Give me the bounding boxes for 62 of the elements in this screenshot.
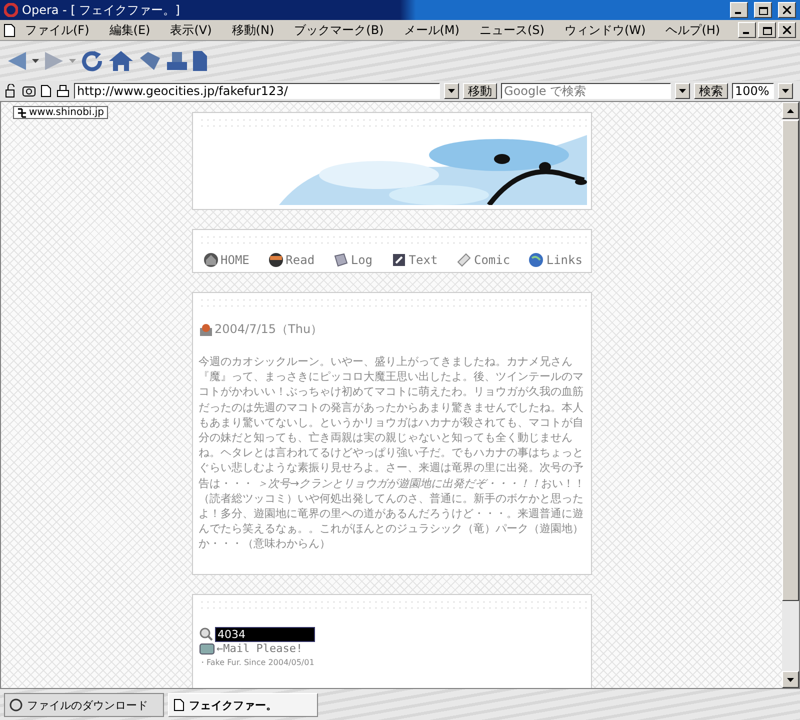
maximize-icon	[758, 6, 768, 14]
restore-icon	[762, 26, 772, 34]
menu-item[interactable]: 移動(N)	[222, 22, 284, 38]
nav-link[interactable]: Read	[268, 252, 315, 268]
search-field[interactable]: Google で検索	[501, 83, 671, 99]
nav-link[interactable]: Comic	[456, 252, 510, 268]
caret-icon	[448, 89, 455, 93]
menu-item[interactable]: ヘルプ(H)	[656, 22, 730, 38]
dropdown-button[interactable]	[444, 83, 459, 99]
nav-link[interactable]: Text	[390, 252, 438, 268]
search-button[interactable]: 検索	[694, 83, 728, 99]
up-arrow-icon	[787, 108, 794, 112]
window-title: Opera - [ フェイクファー。]	[22, 2, 181, 18]
text-icon	[390, 252, 407, 268]
menu-item[interactable]: ニュース(S)	[469, 22, 554, 38]
caret-icon[interactable]	[32, 59, 39, 63]
zoom-field[interactable]: 100%	[732, 83, 774, 99]
reload-icon[interactable]	[80, 49, 104, 73]
post-date: 2004/7/15（Thu）	[214, 321, 323, 338]
menu-item[interactable]: 表示(V)	[160, 22, 222, 38]
page-tab[interactable]: ファイルのダウンロード	[4, 693, 164, 717]
close-icon	[783, 6, 791, 14]
page-icon	[173, 698, 185, 712]
menu-item[interactable]: ブックマーク(B)	[284, 22, 394, 38]
visitor-counter: 4034	[214, 626, 314, 642]
page-tab[interactable]: フェイクファー。	[168, 693, 318, 717]
nav-link[interactable]: Links	[528, 252, 582, 268]
menu-item[interactable]: 編集(E)	[99, 22, 160, 38]
minimize-button[interactable]	[738, 22, 756, 38]
document-icon	[4, 24, 15, 36]
camera-icon[interactable]	[22, 84, 36, 98]
home-icon[interactable]	[108, 50, 134, 72]
since-text: ・Fake Fur. Since 2004/05/01	[198, 658, 316, 668]
magnifier-icon	[198, 627, 212, 642]
read-icon	[268, 252, 284, 268]
print-icon[interactable]	[56, 84, 70, 98]
nav-link[interactable]: HOME	[202, 252, 250, 268]
home-icon	[202, 252, 218, 268]
menu-item[interactable]: ファイル(F)	[15, 22, 100, 38]
address-field[interactable]: http://www.geocities.jp/fakefur123/	[74, 83, 440, 99]
mail-link[interactable]: ←Mail Please!	[216, 642, 303, 656]
nav-link[interactable]: Log	[332, 252, 373, 268]
caret-icon	[679, 89, 686, 93]
caret-icon	[782, 89, 789, 93]
scrollbar[interactable]	[782, 102, 799, 688]
maximize-button[interactable]	[754, 2, 772, 18]
menu-item[interactable]: メール(M)	[394, 22, 470, 38]
restore-button[interactable]	[758, 22, 776, 38]
minimize-button[interactable]	[730, 2, 748, 18]
site-badge[interactable]: www.shinobi.jp	[13, 106, 108, 119]
dropdown-button[interactable]	[675, 83, 690, 99]
close-button[interactable]	[778, 22, 796, 38]
page-icon[interactable]	[40, 84, 52, 98]
download-icon	[9, 698, 23, 712]
down-arrow-icon	[787, 678, 794, 682]
post-body: 今週のカオシックルーン。いやー、盛り上がってきましたね。カナメ兄さん『魔』って、まっさきにピッコロ大魔王思い出したよ。後、ツインテールのマコトがかわいい！ぶっちゃけ初めてマコトに萌えたわ。リョウガが久我の血筋だったのは先週のマコトの発言があったからあまり驚きませんでしたね。本人もあまり驚いてないし。というかリョウガはハカナが殺されても、マコトが自分の妹だと知っても、亡き両親は実の親じゃないと知っても全く動じませんね。ヘタレとは言われてるけどやっぱり強い子だ。でもハカナの事はちょっとぐらい悲しむような素振り見せろよ。さー、来週は竜界の里に出発。次号の予告は・・・ ＞次号→クランとリョウガが遊園地に出発だぞ・・・！！おい！！（読者総ツッコミ）いや何処出発してんのさ、普通に。新手のボケかと思ったよ！多分、遊園地に竜界の里への道があるんだろうけど・・・。来週普通に遊んでたら笑えるなぁ。。これがほんとのジュラシック（竜）パーク（遊園地）か・・・（意味わからん）	[198, 354, 586, 552]
close-icon	[783, 26, 791, 34]
go-button[interactable]: 移動	[463, 83, 497, 99]
menu-item[interactable]: ウィンドウ(W)	[554, 22, 656, 38]
close-button[interactable]	[778, 2, 796, 18]
dropdown-button[interactable]	[778, 83, 793, 99]
links-icon	[528, 252, 544, 268]
